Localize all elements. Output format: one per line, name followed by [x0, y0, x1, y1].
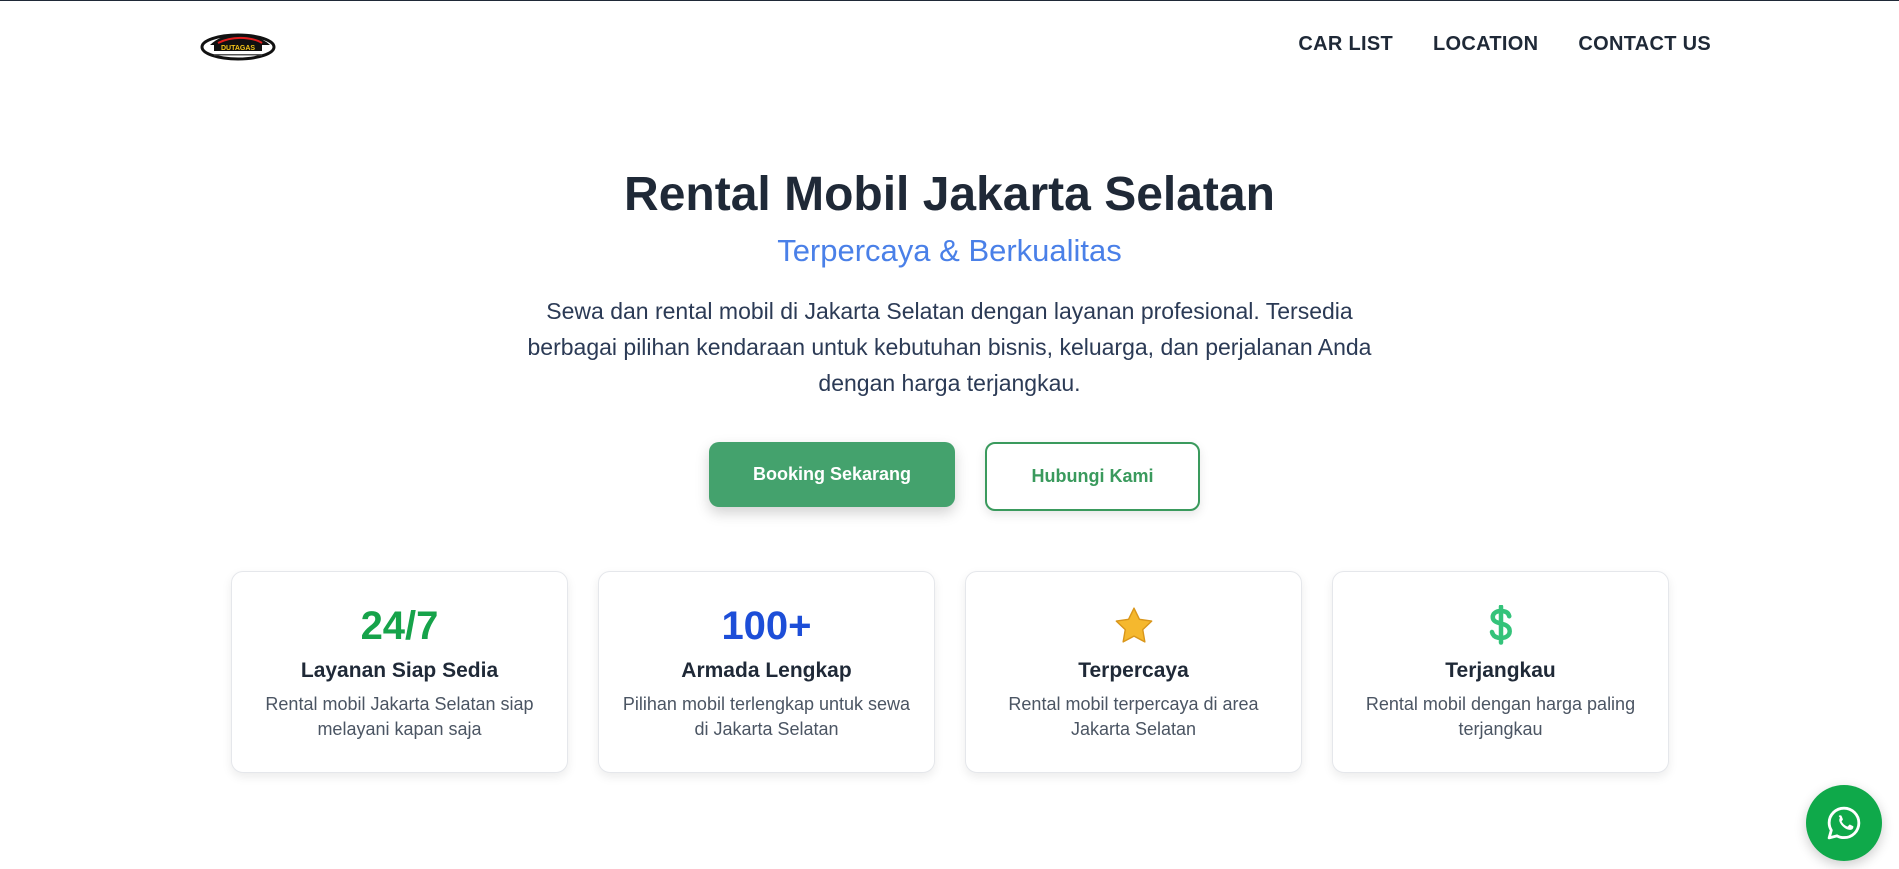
hero-subtitle: Terpercaya & Berkualitas — [777, 233, 1122, 268]
feature-card-affordable: Terjangkau Rental mobil dengan harga pal… — [1332, 571, 1669, 773]
feature-title: Terjangkau — [1445, 659, 1556, 682]
star-icon — [966, 602, 1301, 650]
hero-buttons: Booking Sekarang Hubungi Kami — [0, 442, 1899, 511]
feature-title: Terpercaya — [1078, 659, 1189, 682]
navbar: DUTAGAS CAR LIST LOCATION CONTACT US — [0, 1, 1899, 93]
hero-section: Rental Mobil Jakarta Selatan Terpercaya … — [0, 165, 1899, 401]
whatsapp-button[interactable] — [1806, 785, 1882, 861]
feature-card-trusted: Terpercaya Rental mobil terpercaya di ar… — [965, 571, 1302, 773]
feature-text: Rental mobil terpercaya di area Jakarta … — [1008, 694, 1259, 739]
contact-button[interactable]: Hubungi Kami — [985, 442, 1200, 511]
feature-text: Pilihan mobil terlengkap untuk sewa di J… — [622, 694, 911, 739]
feature-text: Rental mobil Jakarta Selatan siap melaya… — [265, 694, 534, 739]
nav-car-list[interactable]: CAR LIST — [1298, 33, 1393, 56]
feature-title: Armada Lengkap — [681, 659, 852, 682]
feature-title: Layanan Siap Sedia — [300, 659, 499, 682]
hero-title: Rental Mobil Jakarta Selatan — [624, 168, 1275, 221]
feature-highlight: 100+ — [721, 604, 812, 648]
nav-location[interactable]: LOCATION — [1433, 33, 1538, 56]
whatsapp-icon — [1827, 806, 1861, 840]
car-logo-icon: DUTAGAS — [200, 33, 276, 61]
main-nav: CAR LIST LOCATION CONTACT US — [1298, 33, 1711, 56]
feature-highlight: 24/7 — [360, 604, 439, 648]
brand-logo[interactable]: DUTAGAS — [200, 29, 276, 61]
feature-card-fleet: 100+ Armada Lengkap Pilihan mobil terlen… — [598, 571, 935, 773]
nav-contact-us[interactable]: CONTACT US — [1578, 33, 1711, 56]
feature-cards: 24/7 Layanan Siap Sedia Rental mobil Jak… — [231, 571, 1669, 773]
svg-text:DUTAGAS: DUTAGAS — [221, 45, 255, 52]
dollar-icon — [1333, 602, 1668, 650]
feature-text: Rental mobil dengan harga paling terjang… — [1365, 694, 1636, 739]
feature-card-availability: 24/7 Layanan Siap Sedia Rental mobil Jak… — [231, 571, 568, 773]
hero-description: Sewa dan rental mobil di Jakarta Selatan… — [527, 298, 1372, 396]
booking-button[interactable]: Booking Sekarang — [709, 442, 955, 507]
